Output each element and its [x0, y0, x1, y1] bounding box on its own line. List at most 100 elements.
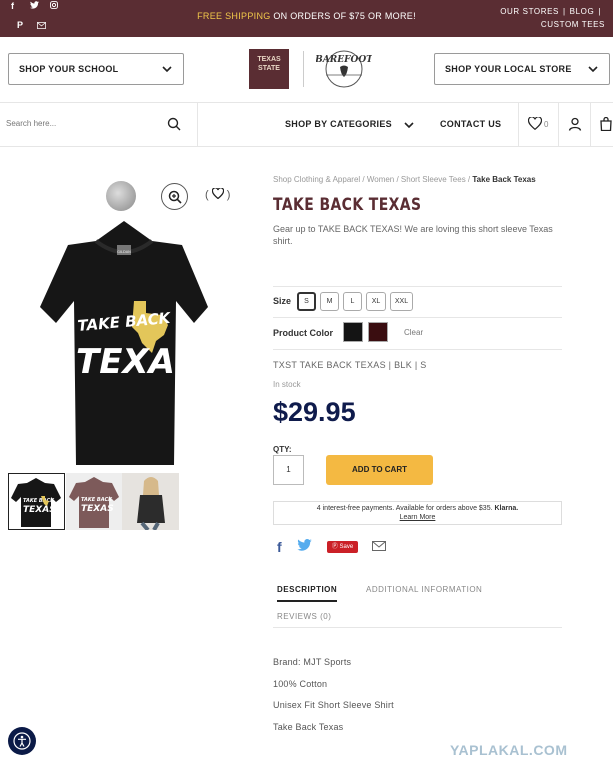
accessibility-icon — [13, 732, 31, 750]
thumbnail-black[interactable]: TAKE BACK TEXAS — [8, 473, 65, 530]
product-sku: TXST TAKE BACK TEXAS | BLK | S — [273, 360, 427, 370]
shop-local-store-label: SHOP YOUR LOCAL STORE — [445, 64, 572, 74]
tab-reviews[interactable]: REVIEWS (0) — [277, 612, 331, 621]
add-to-wishlist-button[interactable]: ( ) — [205, 187, 230, 201]
thumbnail-maroon[interactable]: TAKE BACK TEXAS — [66, 473, 123, 530]
tab-description[interactable]: DESCRIPTION — [277, 585, 338, 602]
shop-local-store-select[interactable]: SHOP YOUR LOCAL STORE — [434, 53, 610, 85]
size-option-m[interactable]: M — [320, 292, 339, 311]
size-option-xxl[interactable]: XXL — [390, 292, 413, 311]
search-bar[interactable]: Search here... — [0, 103, 198, 146]
zoom-button[interactable] — [161, 183, 188, 210]
divider — [273, 349, 562, 350]
search-input[interactable]: Search here... — [6, 119, 56, 128]
pinterest-save-button[interactable]: Ⓟ Save — [327, 541, 358, 553]
divider — [273, 317, 562, 318]
thumb-text-bottom: TEXAS — [81, 504, 114, 514]
facebook-icon[interactable]: f — [11, 1, 14, 11]
divider — [273, 286, 562, 287]
facebook-share-icon[interactable]: f — [277, 539, 282, 555]
chevron-down-icon — [162, 66, 172, 73]
maroon-shirt-thumbnail: TAKE BACKTEXAS — [69, 477, 119, 528]
model-photo-thumbnail — [122, 473, 179, 532]
chevron-down-icon — [588, 66, 598, 73]
custom-tees-link[interactable]: CUSTOM TEES — [541, 20, 605, 29]
klarna-brand: Klarna. — [494, 505, 519, 512]
pinterest-icon[interactable]: P — [17, 20, 23, 30]
attribute-brand: Brand: MJT Sports — [273, 657, 352, 667]
product-price: $29.95 — [273, 397, 356, 427]
attribute-fit: Unisex Fit Short Sleeve Shirt — [273, 700, 394, 710]
zoom-in-icon — [168, 190, 182, 204]
size-option-s[interactable]: S — [297, 292, 316, 311]
blog-link[interactable]: BLOG — [570, 7, 595, 16]
barefoot-logo-mark: BAREFOOT — [314, 50, 374, 88]
site-header: SHOP YOUR SCHOOL TEXAS STATE BAREFOOT SH… — [0, 37, 613, 103]
logo-divider — [303, 51, 304, 87]
barefoot-logo-text: BAREFOOT — [316, 55, 372, 65]
heart-icon — [211, 187, 224, 200]
breadcrumb-path[interactable]: Shop Clothing & Apparel / Women / Short … — [273, 175, 472, 184]
thumbnail-model[interactable] — [122, 473, 179, 532]
breadcrumb: Shop Clothing & Apparel / Women / Short … — [273, 175, 563, 185]
heart-icon[interactable] — [528, 117, 542, 130]
black-shirt-thumbnail: TAKE BACKTEXAS — [11, 478, 61, 527]
thumb-text-bottom: TEXAS — [23, 505, 56, 515]
product-gallery: ( ) GILDAN TAKE BACK TEXAS TAKE BACK TEXA… — [0, 175, 250, 535]
our-stores-link[interactable]: OUR STORES — [500, 7, 559, 16]
stock-status: In stock — [273, 380, 301, 389]
user-icon[interactable] — [568, 117, 582, 131]
product-title: TAKE BACK TEXAS — [273, 195, 422, 215]
wishlist-count: 0 — [544, 120, 549, 129]
barefoot-logo[interactable]: BAREFOOT — [314, 47, 374, 91]
klarna-learn-more-link[interactable]: Learn More — [274, 513, 561, 522]
promo-highlight: FREE SHIPPING — [197, 11, 271, 21]
nav-divider — [518, 103, 519, 146]
email-icon[interactable] — [37, 21, 46, 31]
clear-selection-link[interactable]: Clear — [404, 328, 423, 337]
product-description: Gear up to TAKE BACK TEXAS! We are lovin… — [273, 224, 553, 246]
watermark: YAPLAKAL.COM — [450, 742, 568, 758]
size-label: Size — [273, 296, 292, 306]
breadcrumb-current: Take Back Texas — [472, 175, 536, 184]
texas-state-logo-text: TEXAS STATE — [257, 56, 281, 72]
tab-additional-information[interactable]: ADDITIONAL INFORMATION — [366, 585, 482, 594]
shirt-text-bottom: TEXAS — [76, 342, 199, 382]
twitter-share-icon[interactable] — [297, 539, 312, 551]
product-main-image[interactable]: GILDAN TAKE BACK TEXAS — [38, 215, 210, 467]
shirt-tag-text: GILDAN — [117, 250, 131, 254]
nav-divider — [590, 103, 591, 146]
attribute-name: Take Back Texas — [273, 722, 344, 732]
shop-your-school-select[interactable]: SHOP YOUR SCHOOL — [8, 53, 184, 85]
share-buttons: f Ⓟ Save — [273, 537, 413, 557]
hanger-hook — [106, 181, 136, 211]
tabs-divider — [273, 627, 562, 628]
texas-state-logo[interactable]: TEXAS STATE — [249, 49, 289, 89]
accessibility-button[interactable] — [8, 727, 36, 755]
add-to-cart-button[interactable]: ADD TO CART — [326, 455, 433, 485]
size-option-l[interactable]: L — [343, 292, 362, 311]
shop-by-categories-menu[interactable]: SHOP BY CATEGORIES — [285, 119, 392, 129]
attribute-material: 100% Cotton — [273, 679, 328, 689]
color-label: Product Color — [273, 328, 333, 338]
main-nav: Search here... SHOP BY CATEGORIES CONTAC… — [0, 103, 613, 147]
email-share-icon[interactable] — [372, 541, 386, 551]
chevron-down-icon[interactable] — [403, 119, 415, 131]
thumb-text-top: TAKE BACK — [81, 497, 113, 503]
quantity-input[interactable]: 1 — [273, 455, 304, 485]
size-option-xl[interactable]: XL — [366, 292, 386, 311]
shopping-bag-icon[interactable] — [600, 117, 612, 131]
shop-your-school-label: SHOP YOUR SCHOOL — [19, 64, 119, 74]
color-swatch-black[interactable] — [343, 322, 363, 342]
instagram-icon[interactable] — [50, 1, 58, 11]
contact-us-link[interactable]: CONTACT US — [440, 119, 501, 129]
top-links: OUR STORES | BLOG | CUSTOM TEES — [500, 7, 605, 29]
klarna-banner: 4 interest-free payments. Available for … — [273, 501, 562, 525]
promo-text: ON ORDERS OF $75 OR MORE! — [270, 11, 416, 21]
search-icon[interactable] — [167, 117, 181, 131]
nav-divider — [558, 103, 559, 146]
top-promo-bar: f P FREE SHIPPING ON ORDERS OF $75 OR MO… — [0, 0, 613, 37]
color-swatch-maroon[interactable] — [368, 322, 388, 342]
twitter-icon[interactable] — [30, 1, 39, 11]
thumb-text-top: TAKE BACK — [23, 498, 55, 504]
